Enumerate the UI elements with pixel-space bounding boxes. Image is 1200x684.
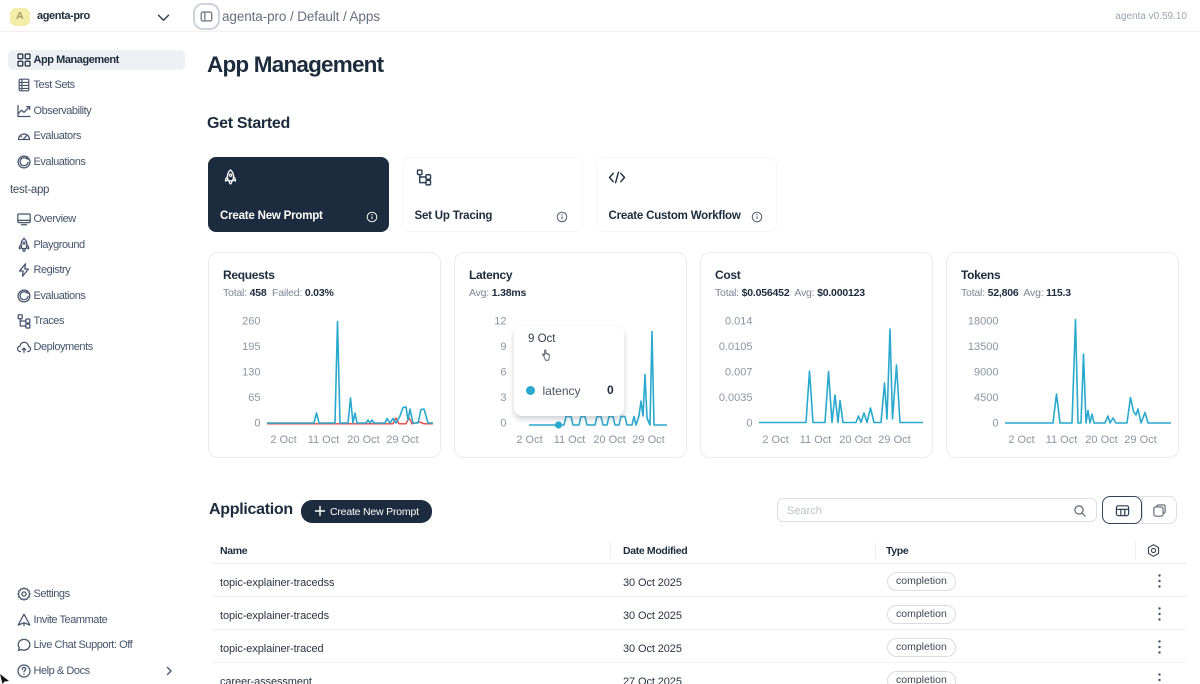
svg-text:2 Oct: 2 Oct — [762, 434, 788, 446]
svg-text:0.0105: 0.0105 — [719, 341, 753, 353]
svg-text:2 Oct: 2 Oct — [1008, 434, 1034, 446]
svg-text:20 Oct: 20 Oct — [1085, 434, 1117, 446]
svg-text:11 Oct: 11 Oct — [800, 434, 832, 446]
svg-text:9000: 9000 — [974, 367, 998, 379]
svg-text:0: 0 — [746, 418, 752, 430]
svg-text:2 Oct: 2 Oct — [516, 434, 542, 446]
svg-text:11 Oct: 11 Oct — [554, 434, 586, 446]
svg-text:3: 3 — [500, 392, 506, 404]
svg-text:20 Oct: 20 Oct — [839, 434, 871, 446]
svg-text:11 Oct: 11 Oct — [1046, 434, 1078, 446]
svg-text:4500: 4500 — [974, 392, 998, 404]
svg-text:0: 0 — [500, 418, 506, 430]
svg-text:2 Oct: 2 Oct — [270, 434, 296, 446]
svg-text:260: 260 — [242, 316, 260, 328]
svg-text:0: 0 — [992, 418, 998, 430]
svg-text:65: 65 — [248, 392, 260, 404]
svg-text:29 Oct: 29 Oct — [386, 434, 418, 446]
svg-text:29 Oct: 29 Oct — [632, 434, 664, 446]
svg-text:0.0035: 0.0035 — [719, 392, 753, 404]
svg-text:11 Oct: 11 Oct — [308, 434, 340, 446]
svg-text:0.007: 0.007 — [725, 367, 753, 379]
svg-text:130: 130 — [242, 367, 260, 379]
svg-text:195: 195 — [242, 341, 260, 353]
svg-text:0: 0 — [254, 418, 260, 430]
svg-text:29 Oct: 29 Oct — [1124, 434, 1156, 446]
svg-text:29 Oct: 29 Oct — [878, 434, 910, 446]
svg-text:6: 6 — [500, 367, 506, 379]
svg-text:18000: 18000 — [968, 316, 999, 328]
svg-text:12: 12 — [494, 316, 506, 328]
svg-text:13500: 13500 — [968, 341, 999, 353]
svg-text:9: 9 — [500, 341, 506, 353]
svg-text:0.014: 0.014 — [725, 316, 753, 328]
svg-text:20 Oct: 20 Oct — [593, 434, 625, 446]
svg-text:20 Oct: 20 Oct — [347, 434, 379, 446]
